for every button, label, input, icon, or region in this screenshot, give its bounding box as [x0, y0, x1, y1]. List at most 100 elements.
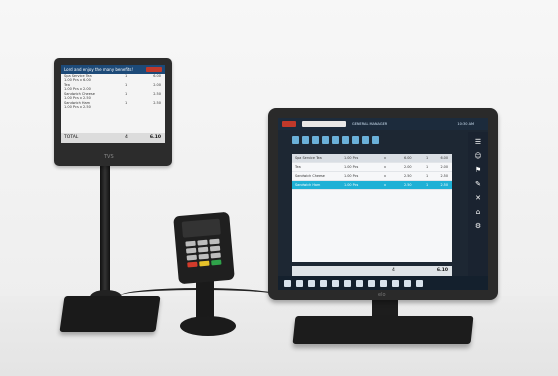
scene: Lord and enjoy the many benefits! Spa Se…	[0, 0, 558, 376]
customer-display-total: TOTAL 4 6.10	[61, 133, 165, 143]
key	[185, 240, 196, 247]
key	[210, 252, 221, 259]
ticket-n: 1	[426, 174, 429, 178]
ticket-total: 2.00	[440, 165, 448, 169]
bottom-bar-icon[interactable]	[284, 279, 291, 287]
card-terminal-keypad	[185, 238, 223, 268]
user-icon[interactable]: ☺	[474, 152, 482, 160]
pos-brand: elo	[378, 292, 386, 298]
customer-display-brand: TVS	[104, 154, 114, 160]
ticket-name: Sandwich Cheese	[295, 174, 325, 178]
customer-display: Lord and enjoy the many benefits! Spa Se…	[54, 58, 172, 166]
quick-button[interactable]	[332, 136, 339, 144]
ticket-price: 6.00	[404, 156, 412, 160]
pos-monitor: GENERAL MANAGER 10:30 AM Spa Service Tea…	[268, 108, 498, 300]
key	[186, 254, 197, 261]
bottom-bar-icon[interactable]	[392, 279, 399, 287]
ticket-row[interactable]: Spa Service Tea 1.00 Pcs x 6.00 1 6.00	[292, 154, 452, 163]
key	[209, 245, 221, 252]
bottom-bar-icon[interactable]	[332, 279, 339, 287]
pos-quick-buttons	[292, 136, 379, 144]
terminal-base	[180, 316, 236, 336]
pos-total-bar: 4 6.10	[292, 266, 452, 276]
quick-button[interactable]	[302, 136, 309, 144]
row-price: 2.00	[153, 83, 161, 87]
ticket-name: Tea	[295, 165, 301, 169]
row-detail: 1.00 Pcs x 2.00	[64, 87, 91, 91]
pos-bottom-bar	[278, 276, 488, 290]
ticket-n: 1	[426, 165, 429, 169]
customer-display-screen: Lord and enjoy the many benefits! Spa Se…	[61, 65, 165, 143]
customer-display-row: Tea 1.00 Pcs x 2.00 1 2.00	[61, 83, 165, 92]
ticket-price: 2.50	[404, 183, 412, 187]
customer-display-header-text: Lord and enjoy the many benefits!	[64, 67, 134, 72]
pos-search-input	[302, 121, 346, 127]
ticket-total: 2.50	[440, 183, 448, 187]
row-detail: 1.00 Pcs x 2.50	[64, 96, 91, 100]
key	[209, 238, 220, 245]
bottom-bar-icon[interactable]	[320, 279, 327, 287]
cancel-key	[187, 261, 198, 268]
logo-icon	[146, 67, 162, 72]
pos-title: GENERAL MANAGER	[352, 122, 388, 126]
pos-status: 10:30 AM	[457, 122, 474, 126]
gear-icon[interactable]: ⚙	[474, 222, 482, 230]
total-value: 6.10	[149, 135, 161, 140]
pos-topbar: GENERAL MANAGER 10:30 AM	[278, 118, 488, 130]
ticket-qty: 1.00 Pcs	[344, 156, 359, 160]
bottom-bar-icon[interactable]	[404, 279, 411, 287]
key	[185, 247, 197, 254]
row-qty: 1	[125, 83, 128, 87]
key	[197, 239, 208, 246]
customer-display-rows: Spa Service Tea 1.00 Pcs x 6.00 1 6.00 Tea 1.…	[61, 74, 165, 110]
ticket-total: 6.00	[440, 156, 448, 160]
row-qty: 1	[125, 74, 128, 78]
ticket-x: x	[384, 174, 387, 178]
trash-icon[interactable]: ✕	[474, 194, 482, 202]
quick-button[interactable]	[362, 136, 369, 144]
quick-button[interactable]	[322, 136, 329, 144]
bottom-bar-icon[interactable]	[416, 279, 423, 287]
row-price: 6.00	[153, 74, 161, 78]
quick-button[interactable]	[372, 136, 379, 144]
ticket-row[interactable]: Sandwich Ham 1.00 Pcs x 2.50 1 2.50	[292, 181, 452, 190]
ticket-row[interactable]: Sandwich Cheese 1.00 Pcs x 2.50 1 2.50	[292, 172, 452, 181]
quick-button[interactable]	[342, 136, 349, 144]
customer-display-row: Sandwich Cheese 1.00 Pcs x 2.50 1 2.50	[61, 92, 165, 101]
logo-icon	[282, 121, 296, 127]
pen-icon[interactable]: ✎	[474, 180, 482, 188]
bottom-bar-icon[interactable]	[368, 279, 375, 287]
quick-button[interactable]	[352, 136, 359, 144]
ticket-x: x	[384, 156, 387, 160]
bottom-bar-icon[interactable]	[344, 279, 351, 287]
bottom-bar-icon[interactable]	[308, 279, 315, 287]
ticket-qty: 1.00 Pcs	[344, 183, 359, 187]
ticket-x: x	[384, 165, 387, 169]
ticket-n: 1	[426, 183, 429, 187]
ticket-price: 2.00	[404, 165, 412, 169]
key	[198, 253, 209, 260]
quick-button[interactable]	[292, 136, 299, 144]
customer-display-header: Lord and enjoy the many benefits!	[61, 65, 165, 74]
bottom-bar-icon[interactable]	[356, 279, 363, 287]
row-price: 2.50	[153, 92, 161, 96]
quick-button[interactable]	[312, 136, 319, 144]
customer-display-row: Spa Service Tea 1.00 Pcs x 6.00 1 6.00	[61, 74, 165, 83]
pos-ticket: Spa Service Tea 1.00 Pcs x 6.00 1 6.00 Tea 1.00…	[292, 154, 452, 262]
ticket-name: Spa Service Tea	[295, 156, 322, 160]
tag-icon[interactable]: ⚑	[474, 166, 482, 174]
row-detail: 1.00 Pcs x 6.00	[64, 78, 91, 82]
card-terminal-screen	[181, 218, 221, 238]
cart-icon[interactable]: ⌂	[474, 208, 482, 216]
key	[197, 246, 209, 253]
receipt-icon[interactable]: ☰	[474, 138, 482, 146]
row-qty: 1	[125, 101, 128, 105]
row-price: 2.50	[153, 101, 161, 105]
row-detail: 1.00 Pcs x 2.50	[64, 105, 91, 109]
terminal-stand	[196, 280, 214, 320]
bottom-bar-icon[interactable]	[296, 279, 303, 287]
pos-screen: GENERAL MANAGER 10:30 AM Spa Service Tea…	[278, 118, 488, 290]
bottom-bar-icon[interactable]	[380, 279, 387, 287]
ticket-row[interactable]: Tea 1.00 Pcs x 2.00 1 2.00	[292, 163, 452, 172]
ticket-n: 1	[426, 156, 429, 160]
